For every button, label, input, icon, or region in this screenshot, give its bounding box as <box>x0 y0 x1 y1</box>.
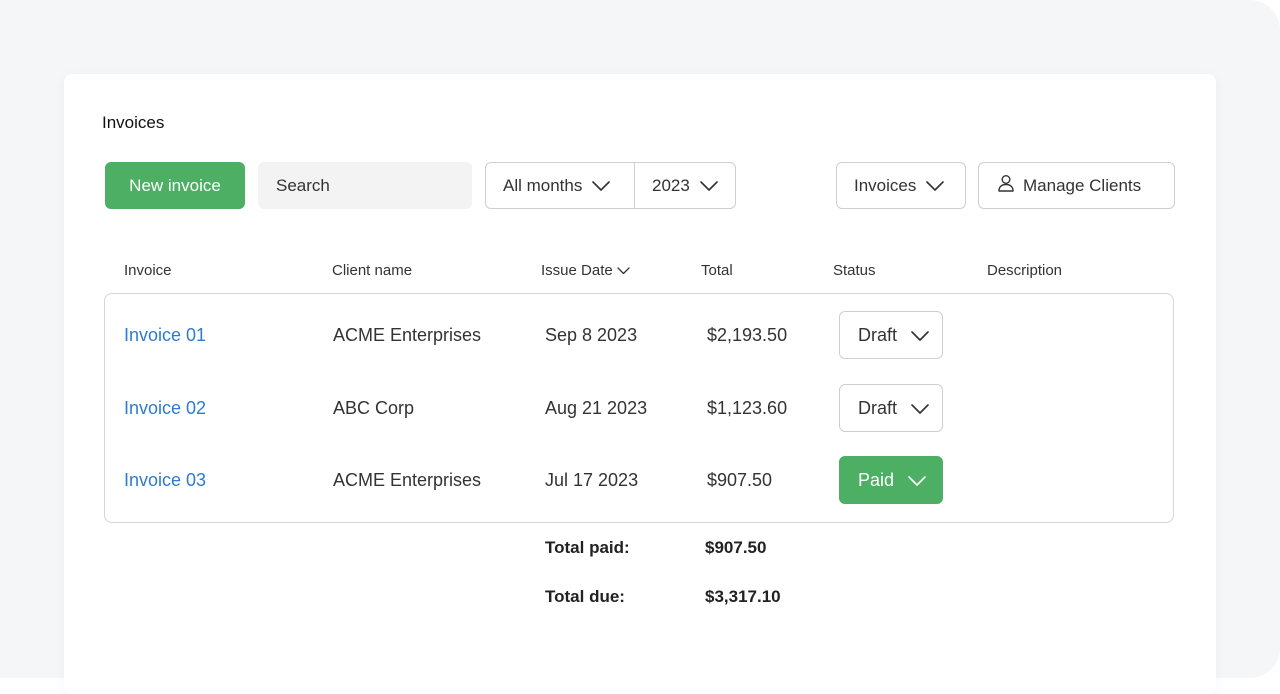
invoice-table: Invoice 01 ACME Enterprises Sep 8 2023 $… <box>104 293 1174 523</box>
column-header-status: Status <box>833 262 876 279</box>
chevron-down-icon <box>700 176 718 196</box>
manage-clients-button[interactable]: Manage Clients <box>978 162 1175 209</box>
column-header-client: Client name <box>332 262 413 279</box>
column-header-issue-date-label: Issue Date <box>541 262 613 279</box>
search-input[interactable] <box>258 162 472 209</box>
status-label: Paid <box>858 469 895 490</box>
total-paid-label: Total paid: <box>545 538 630 557</box>
manage-clients-label: Manage Clients <box>1023 175 1142 195</box>
chevron-down-icon <box>911 398 929 419</box>
chevron-down-icon <box>911 325 929 346</box>
table-row: Invoice 01 ACME Enterprises Sep 8 2023 $… <box>105 311 1173 359</box>
new-invoice-button[interactable]: New invoice <box>105 162 245 209</box>
status-select[interactable]: Paid <box>839 456 943 504</box>
invoice-link[interactable]: Invoice 03 <box>124 456 206 504</box>
invoice-link[interactable]: Invoice 01 <box>124 311 206 359</box>
column-header-issue-date[interactable]: Issue Date <box>541 262 630 279</box>
total-paid-value: $907.50 <box>705 538 767 557</box>
invoice-total: $2,193.50 <box>707 324 788 345</box>
issue-date: Aug 21 2023 <box>545 397 648 418</box>
date-filter-group: All months 2023 <box>485 162 736 209</box>
invoice-total: $907.50 <box>707 469 773 490</box>
chevron-down-icon <box>926 176 945 196</box>
column-header-invoice: Invoice <box>124 262 172 279</box>
issue-date: Jul 17 2023 <box>545 469 639 490</box>
table-row: Invoice 03 ACME Enterprises Jul 17 2023 … <box>105 456 1173 504</box>
client-name: ABC Corp <box>333 397 415 418</box>
client-name: ACME Enterprises <box>333 324 482 345</box>
total-due-value: $3,317.10 <box>705 587 781 606</box>
view-select-label: Invoices <box>854 175 917 195</box>
user-icon <box>997 174 1015 197</box>
chevron-down-icon <box>908 470 926 491</box>
client-name: ACME Enterprises <box>333 469 482 490</box>
issue-date: Sep 8 2023 <box>545 324 638 345</box>
column-header-total: Total <box>701 262 733 279</box>
status-label: Draft <box>858 397 898 418</box>
sort-chevron-down-icon <box>617 262 630 279</box>
view-select[interactable]: Invoices <box>836 162 966 209</box>
column-header-description: Description <box>987 262 1063 279</box>
status-select[interactable]: Draft <box>839 384 943 432</box>
year-filter-label: 2023 <box>652 175 690 195</box>
invoice-total: $1,123.60 <box>707 397 788 418</box>
year-filter-select[interactable]: 2023 <box>635 163 735 208</box>
table-row: Invoice 02 ABC Corp Aug 21 2023 $1,123.6… <box>105 384 1173 432</box>
status-label: Draft <box>858 324 898 345</box>
month-filter-select[interactable]: All months <box>486 163 635 208</box>
status-select[interactable]: Draft <box>839 311 943 359</box>
chevron-down-icon <box>592 176 611 196</box>
page-title: Invoices <box>102 113 165 132</box>
month-filter-label: All months <box>503 175 583 195</box>
total-due-label: Total due: <box>545 587 625 606</box>
invoice-link[interactable]: Invoice 02 <box>124 384 206 432</box>
